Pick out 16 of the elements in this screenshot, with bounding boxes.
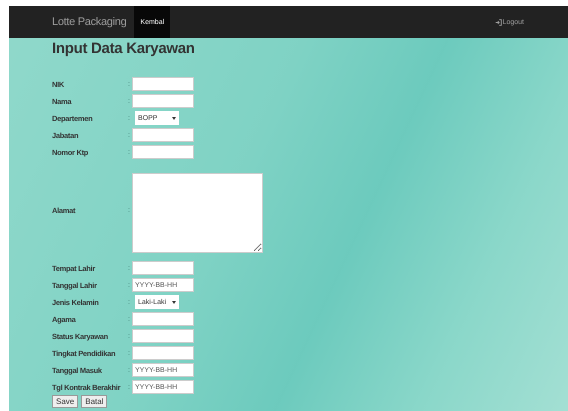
text-field[interactable] xyxy=(132,329,194,343)
text-field[interactable] xyxy=(132,128,194,142)
caret-icon xyxy=(172,116,176,120)
text-field[interactable] xyxy=(132,94,194,108)
page-title: Input Data Karyawan xyxy=(52,40,196,57)
text-field[interactable] xyxy=(132,145,194,159)
text-field[interactable] xyxy=(132,261,194,275)
text-area[interactable] xyxy=(132,173,263,253)
text-field[interactable] xyxy=(132,77,194,91)
text-field[interactable] xyxy=(132,346,194,360)
form-button[interactable]: Save xyxy=(52,395,78,408)
form-button[interactable]: Batal xyxy=(81,395,108,408)
logout-icon xyxy=(494,18,502,26)
brand-name: Lotte Packaging xyxy=(52,15,126,30)
caret-icon xyxy=(172,300,176,304)
text-field[interactable] xyxy=(132,312,194,326)
